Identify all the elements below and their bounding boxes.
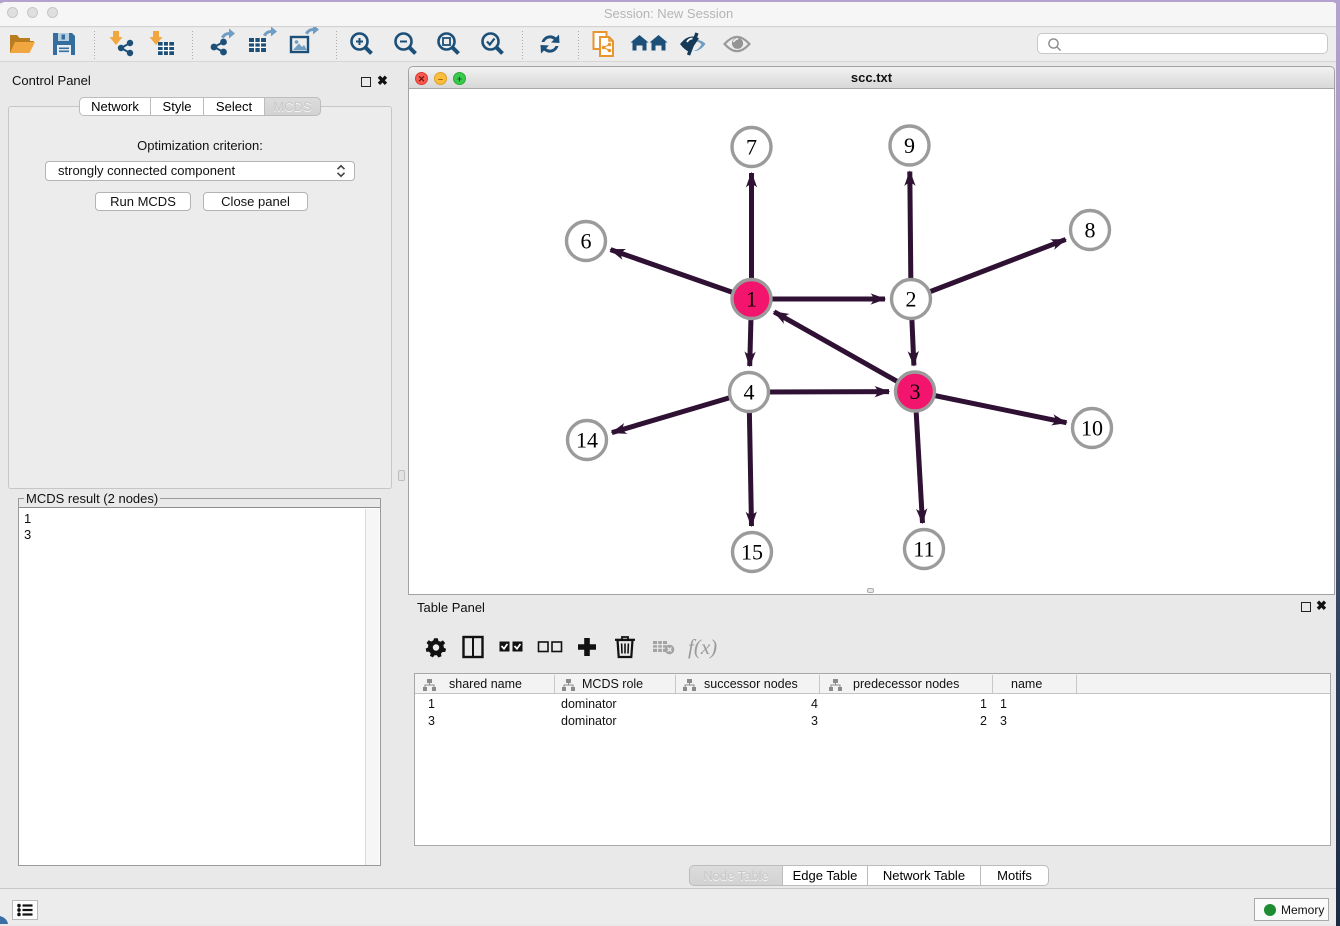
svg-text:9: 9 (904, 133, 915, 158)
svg-text:8: 8 (1085, 218, 1096, 243)
svg-text:f(x): f(x) (688, 635, 717, 659)
svg-text:3: 3 (910, 379, 921, 404)
svg-text:2: 2 (906, 287, 917, 312)
svg-text:4: 4 (744, 380, 755, 405)
svg-text:10: 10 (1081, 416, 1103, 441)
svg-text:7: 7 (746, 135, 757, 160)
svg-text:1: 1 (746, 287, 757, 312)
svg-text:15: 15 (741, 540, 763, 565)
svg-text:14: 14 (576, 428, 598, 453)
svg-text:6: 6 (581, 229, 592, 254)
svg-text:11: 11 (913, 537, 934, 562)
